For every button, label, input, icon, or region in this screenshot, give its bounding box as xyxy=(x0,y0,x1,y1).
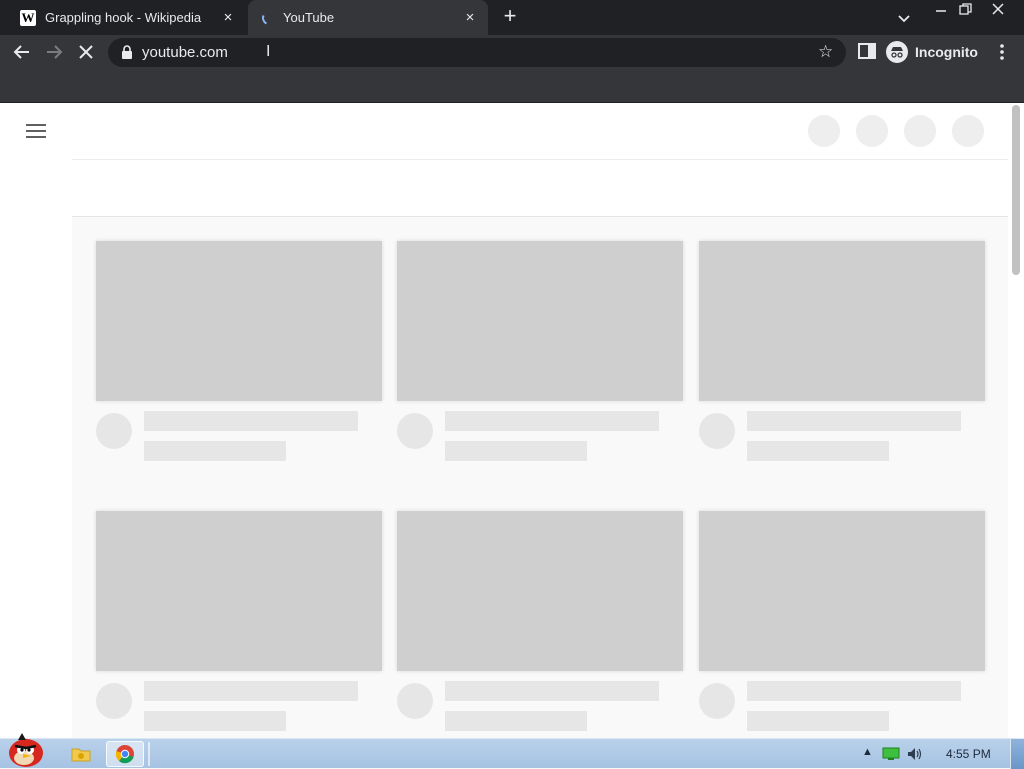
tray-expand-icon[interactable]: ▲ xyxy=(862,746,873,758)
kebab-menu-icon[interactable] xyxy=(996,41,1008,63)
title-placeholder xyxy=(445,681,659,701)
incognito-icon xyxy=(886,41,908,63)
thumbnail-placeholder xyxy=(397,511,683,671)
volume-icon[interactable] xyxy=(906,746,924,762)
chip-bar-placeholder xyxy=(72,160,1008,216)
avatar-placeholder xyxy=(397,413,433,449)
close-tab-icon[interactable]: × xyxy=(458,9,482,26)
header-placeholder-circle xyxy=(952,115,984,147)
forward-arrow-icon[interactable] xyxy=(42,40,66,64)
title-placeholder xyxy=(747,411,961,431)
start-button-bird-icon[interactable] xyxy=(4,731,48,769)
close-tab-icon[interactable]: × xyxy=(216,9,240,26)
meta-placeholder xyxy=(747,441,889,461)
title-placeholder xyxy=(445,411,659,431)
browser-toolbar: youtube.com I ☆ Incognito xyxy=(0,35,1024,69)
incognito-badge[interactable]: Incognito xyxy=(886,38,978,66)
os-taskbar: ▲ 4:55 PM xyxy=(0,733,1024,769)
chrome-taskbar-button[interactable] xyxy=(106,741,144,767)
bookmark-star-icon[interactable]: ☆ xyxy=(818,42,833,62)
thumbnail-placeholder xyxy=(699,241,985,401)
avatar-placeholder xyxy=(96,413,132,449)
lock-icon[interactable] xyxy=(120,45,134,59)
header-placeholder-circle xyxy=(808,115,840,147)
show-desktop-button[interactable] xyxy=(1010,739,1024,769)
meta-placeholder xyxy=(747,711,889,731)
stop-loading-icon[interactable] xyxy=(74,40,98,64)
video-grid xyxy=(72,217,1008,738)
chrome-icon xyxy=(115,745,134,764)
hamburger-menu-icon[interactable] xyxy=(26,124,46,138)
file-explorer-taskbar-button[interactable] xyxy=(62,741,100,767)
meta-placeholder xyxy=(144,441,286,461)
tab-title: YouTube xyxy=(283,10,335,25)
folder-icon xyxy=(71,748,91,762)
thumbnail-placeholder xyxy=(699,511,985,671)
title-placeholder xyxy=(747,681,961,701)
tab-youtube[interactable]: YouTube × xyxy=(248,0,488,35)
bookmarks-bar xyxy=(0,69,1024,103)
url-text[interactable]: youtube.com xyxy=(142,44,228,61)
text-cursor-icon: I xyxy=(266,43,271,60)
system-clock[interactable]: 4:55 PM xyxy=(946,747,991,761)
avatar-placeholder xyxy=(699,413,735,449)
meta-placeholder xyxy=(144,711,286,731)
title-placeholder xyxy=(144,681,358,701)
page-viewport xyxy=(0,103,1024,738)
page-scrollbar[interactable] xyxy=(1012,105,1020,275)
thumbnail-placeholder xyxy=(397,241,683,401)
side-panel-icon[interactable] xyxy=(858,43,876,59)
network-icon[interactable] xyxy=(882,747,900,761)
header-placeholder-circle xyxy=(904,115,936,147)
meta-placeholder xyxy=(445,441,587,461)
loading-spinner-icon xyxy=(260,8,278,27)
avatar-placeholder xyxy=(397,683,433,719)
close-window-icon[interactable] xyxy=(985,0,1011,20)
avatar-placeholder xyxy=(96,683,132,719)
thumbnail-placeholder xyxy=(96,511,382,671)
title-placeholder xyxy=(144,411,358,431)
new-tab-button[interactable]: + xyxy=(498,5,522,29)
restore-icon[interactable] xyxy=(952,0,978,20)
minimize-icon[interactable] xyxy=(928,0,954,20)
back-arrow-icon[interactable] xyxy=(10,40,34,64)
meta-placeholder xyxy=(445,711,587,731)
wikipedia-favicon-icon: W xyxy=(20,9,36,26)
tab-title: Grappling hook - Wikipedia xyxy=(45,10,202,25)
tab-search-chevron-icon[interactable] xyxy=(894,8,914,28)
tab-wikipedia[interactable]: W Grappling hook - Wikipedia × xyxy=(8,0,246,35)
tab-strip: W Grappling hook - Wikipedia × YouTube ×… xyxy=(0,0,1024,35)
address-bar[interactable]: youtube.com I ☆ xyxy=(108,38,846,67)
avatar-placeholder xyxy=(699,683,735,719)
header-placeholder-circle xyxy=(856,115,888,147)
thumbnail-placeholder xyxy=(96,241,382,401)
incognito-label: Incognito xyxy=(915,44,978,60)
taskbar-separator xyxy=(148,742,150,766)
